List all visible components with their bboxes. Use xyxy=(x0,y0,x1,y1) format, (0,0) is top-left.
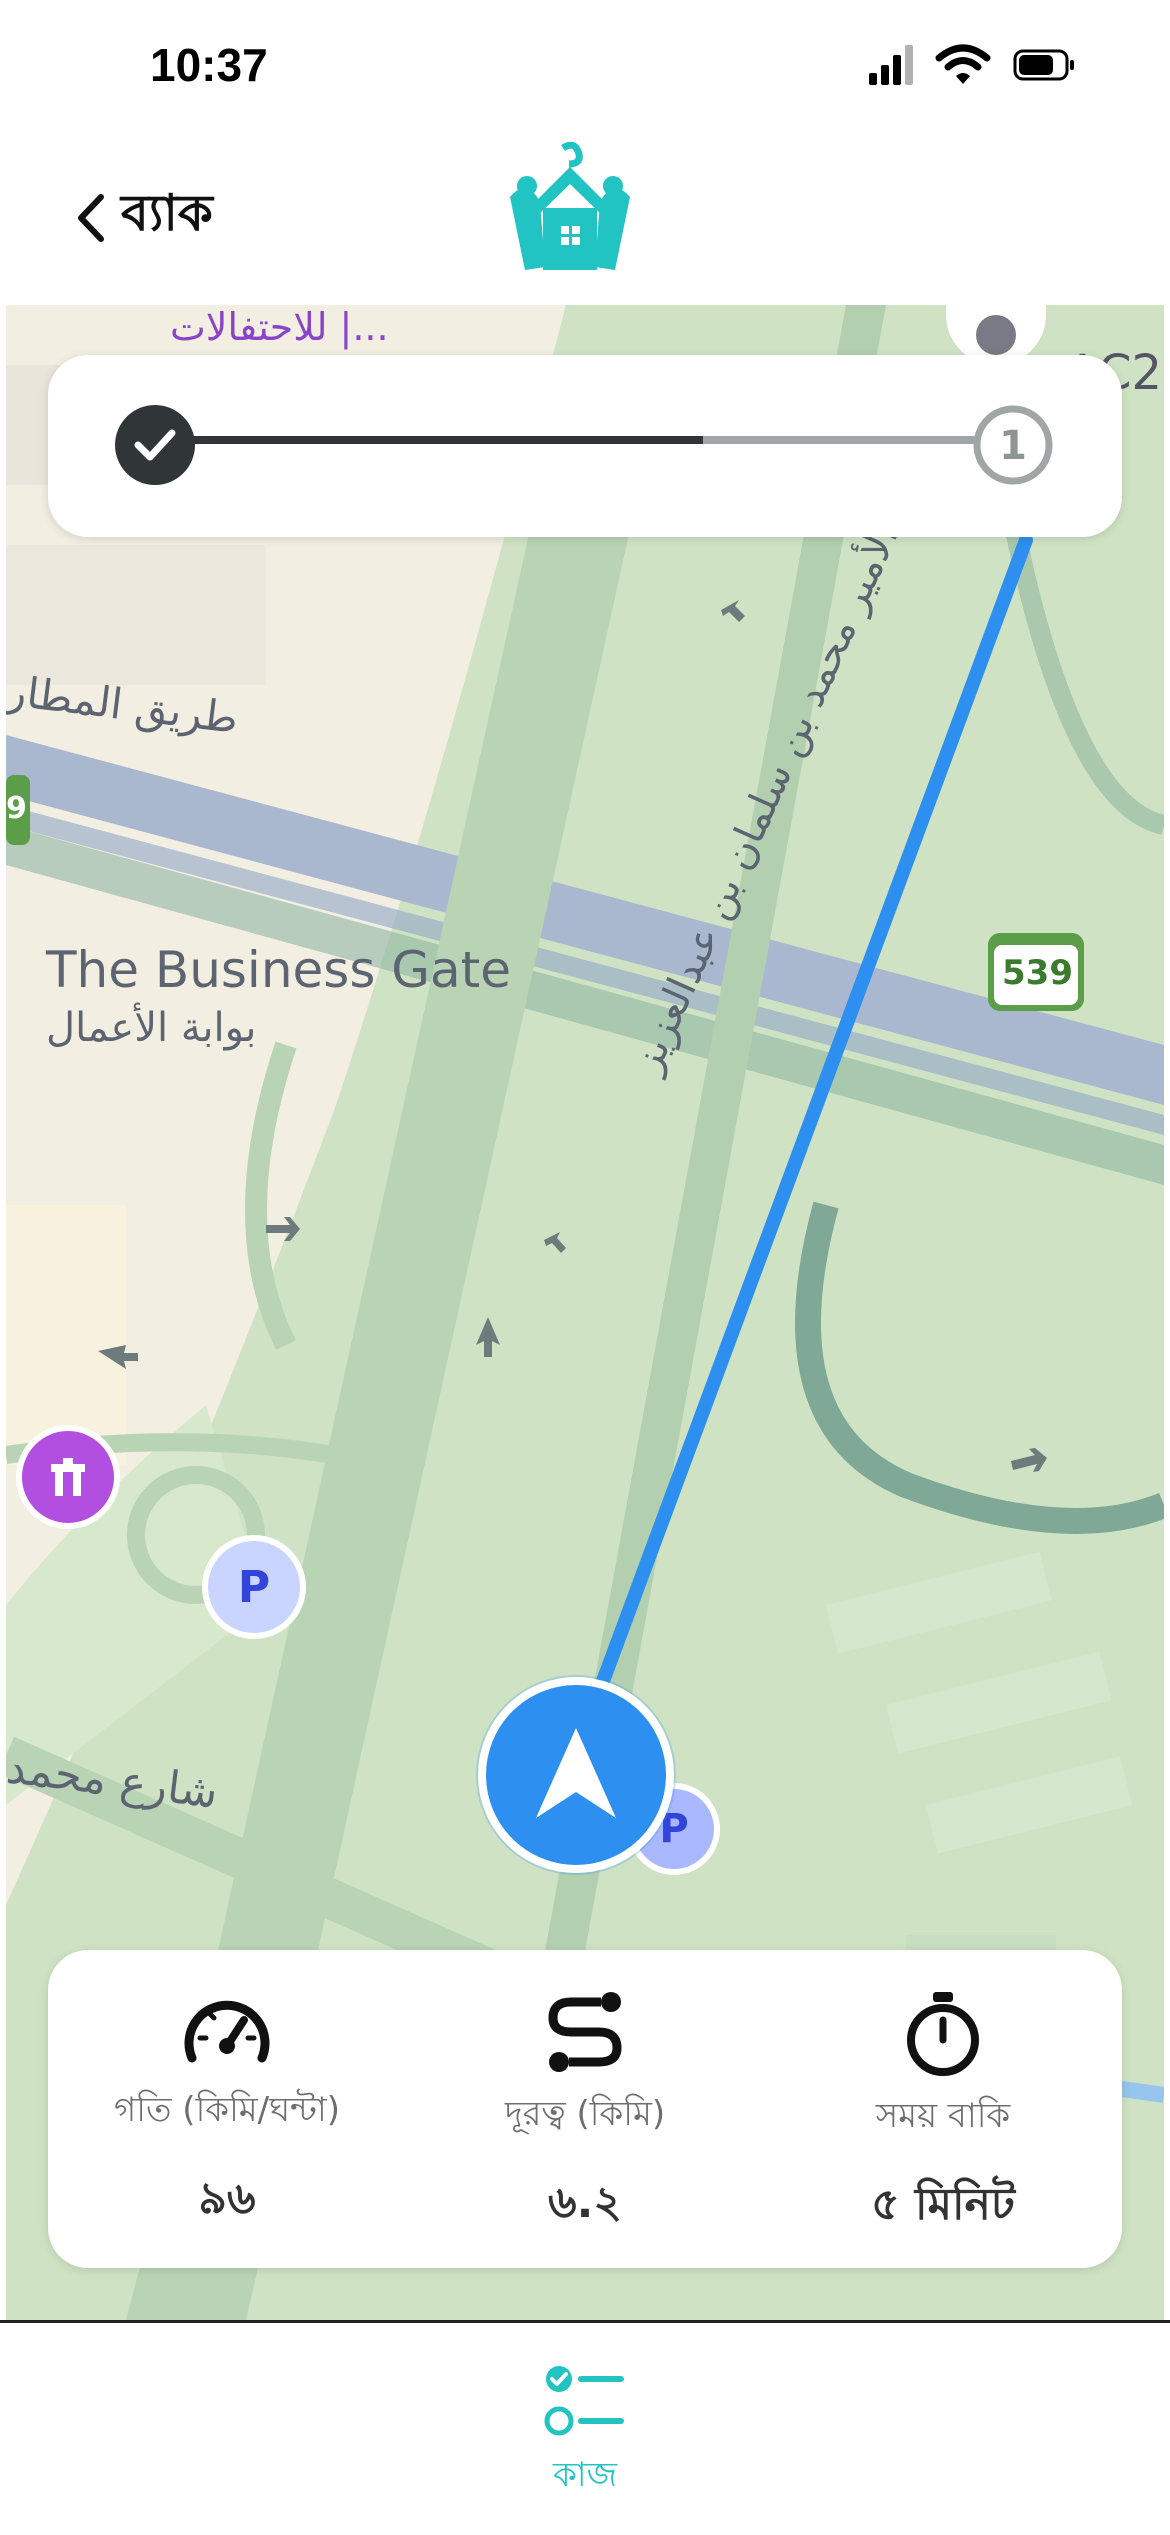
map-label-top-arabic: للاحتفالات |... xyxy=(170,305,389,349)
app-logo xyxy=(510,142,630,270)
status-icons xyxy=(867,40,1075,90)
speed-value: ৯৬ xyxy=(198,2173,256,2224)
nav-tasks[interactable]: কাজ xyxy=(525,2363,645,2506)
bottom-nav: কাজ xyxy=(0,2320,1170,2535)
parking-poi-icon[interactable]: P xyxy=(202,1535,306,1639)
landmark-poi-icon[interactable] xyxy=(16,1425,120,1529)
wifi-icon xyxy=(935,44,991,84)
cellular-signal-icon xyxy=(869,45,913,85)
trip-progress-card: 1 xyxy=(48,355,1122,537)
route-icon xyxy=(548,1992,622,2072)
trip-stats-card: গতি (কিমি/ঘন্টা) ৯৬ দূরত্ব (কিমি) ৬.২ সম… xyxy=(48,1950,1122,2268)
header: ব্যাক xyxy=(0,130,1170,305)
back-label: ব্যাক xyxy=(121,184,213,242)
speed-label: গতি (কিমি/ঘন্টা) xyxy=(113,2090,341,2130)
chevron-left-icon xyxy=(78,193,104,242)
gate-icon xyxy=(51,1458,85,1496)
current-location-arrow-icon xyxy=(476,1675,676,1875)
distance-value: ৬.২ xyxy=(548,2177,622,2228)
time-value: ৫ মিনিট xyxy=(871,2179,1015,2230)
speedometer-icon xyxy=(184,2000,270,2063)
status-bar: 10:37 xyxy=(0,0,1170,130)
route-shield-label: 539 xyxy=(1002,953,1073,993)
back-button[interactable]: ব্যাক xyxy=(75,175,213,260)
distance-label: দূরত্ব (কিমি) xyxy=(504,2094,666,2134)
progress-start-check-icon xyxy=(115,405,195,485)
distance-stat: দূরত্ব (কিমি) ৬.২ xyxy=(406,1950,764,2268)
battery-icon xyxy=(1013,49,1074,81)
task-list-icon xyxy=(544,2366,624,2436)
nav-tasks-label: কাজ xyxy=(552,2455,618,2495)
map-label-business-gate-en: The Business Gate xyxy=(46,941,512,999)
trip-progress-track xyxy=(115,405,1053,485)
left-shield-label: 9 xyxy=(6,791,27,826)
stopwatch-icon xyxy=(907,1992,979,2076)
progress-end-step: 1 xyxy=(999,423,1027,469)
time-stat: সময় বাকি ৫ মিনিট xyxy=(764,1950,1122,2268)
speed-stat: গতি (কিমি/ঘন্টা) ৯৬ xyxy=(48,1950,406,2268)
status-time: 10:37 xyxy=(150,39,268,91)
parking-letter: P xyxy=(237,1561,271,1613)
map-label-business-gate-ar: بوابة الأعمال xyxy=(46,1005,257,1051)
time-label: সময় বাকি xyxy=(875,2096,1011,2136)
